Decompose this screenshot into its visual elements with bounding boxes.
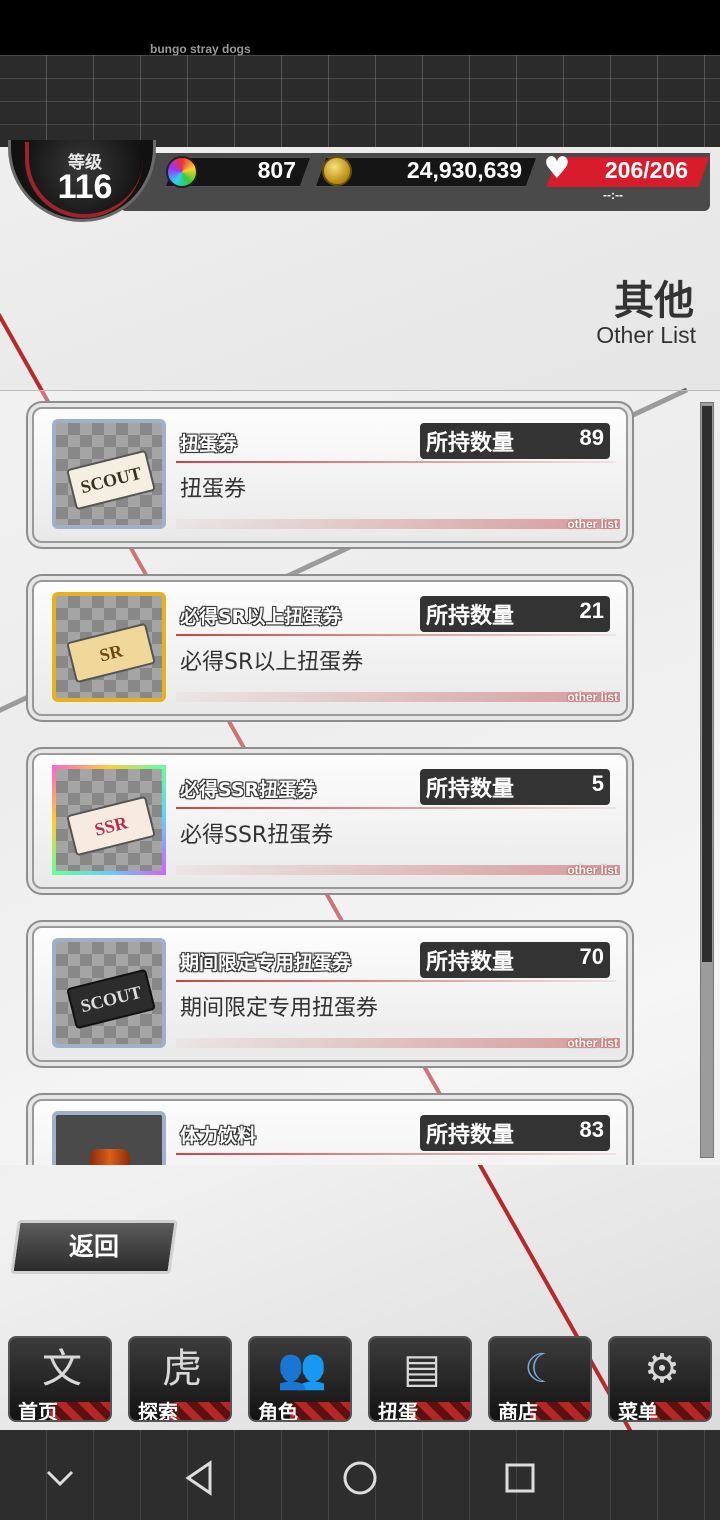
list-item[interactable]: SR 必得SR以上扭蛋券 所持数量 21 必得SR以上扭蛋券 other lis…: [32, 580, 628, 716]
item-count-box: 所持数量 21: [420, 596, 610, 632]
item-count-value: 70: [579, 944, 604, 969]
page-subtitle: Other List: [596, 322, 696, 348]
item-divider: [176, 461, 616, 463]
item-thumbnail: SCOUT: [52, 938, 166, 1048]
level-value: 116: [57, 168, 113, 206]
item-count-label: 所持数量: [426, 1123, 515, 1148]
status-bar: [0, 0, 720, 55]
item-description: 扭蛋券: [180, 477, 247, 502]
item-count-value: 5: [591, 771, 604, 796]
system-nav-bar: [0, 1430, 720, 1520]
item-count-label: 所持数量: [426, 950, 515, 975]
item-count-label: 所持数量: [426, 431, 515, 456]
item-name: 期间限定专用扭蛋券: [180, 952, 352, 974]
item-description: 必得SSR扭蛋券: [180, 823, 334, 848]
tiger-icon: 虎: [162, 1346, 202, 1392]
item-thumbnail: [52, 1111, 166, 1165]
item-count-value: 83: [579, 1117, 604, 1142]
back-button[interactable]: 返回: [10, 1220, 178, 1274]
nav-label: 首页: [18, 1400, 58, 1422]
stamina-value: 206/206: [604, 157, 688, 183]
nav-label: 菜单: [618, 1400, 658, 1422]
item-count-value: 21: [579, 598, 604, 623]
heart-icon: ♥: [543, 151, 571, 186]
nav-menu[interactable]: ⚙ 菜单: [608, 1336, 712, 1422]
back-button-label: 返回: [68, 1232, 119, 1261]
scout-book-icon: ▤: [403, 1346, 441, 1392]
item-footer-tag: other list: [567, 517, 618, 531]
nav-label: 商店: [498, 1400, 538, 1422]
crescent-gem-icon: ☾: [524, 1346, 560, 1392]
item-description: 期间限定专用扭蛋券: [180, 996, 379, 1021]
home-icon[interactable]: [340, 1458, 380, 1498]
item-thumbnail: SCOUT: [52, 419, 166, 529]
scout-ticket-icon: SCOUT: [66, 449, 156, 511]
item-count-box: 所持数量 5: [420, 769, 610, 805]
item-name: 必得SR以上扭蛋券: [180, 606, 342, 628]
scrollbar-thumb[interactable]: [702, 406, 712, 962]
item-footer-bar: [176, 865, 620, 875]
gears-icon: ⚙: [644, 1346, 680, 1392]
item-footer-tag: other list: [567, 863, 618, 877]
item-divider: [176, 1153, 616, 1155]
item-divider: [176, 980, 616, 982]
item-thumbnail: SR: [52, 592, 166, 702]
item-count-box: 所持数量 70: [420, 942, 610, 978]
stamina-timer: --:--: [603, 188, 623, 202]
item-description: 必得SR以上扭蛋券: [180, 650, 364, 675]
item-count-box: 所持数量 83: [420, 1115, 610, 1151]
item-name: 体力饮料: [180, 1125, 257, 1147]
coins-value: 24,930,639: [406, 157, 522, 183]
nav-scout[interactable]: ▤ 扭蛋: [368, 1336, 472, 1422]
ssr-ticket-icon: SSR: [66, 795, 156, 857]
characters-icon: 👥: [277, 1346, 327, 1392]
nav-label: 探索: [138, 1400, 178, 1422]
item-footer-tag: other list: [567, 690, 618, 704]
stamina-drink-icon: [90, 1149, 130, 1165]
page-title: 其他: [614, 278, 694, 324]
item-thumbnail: SSR: [52, 765, 166, 875]
list-item[interactable]: 体力饮料 所持数量 83: [32, 1099, 628, 1165]
item-divider: [176, 807, 616, 809]
header-band: [0, 55, 720, 147]
nav-shop[interactable]: ☾ 商店: [488, 1336, 592, 1422]
list-item[interactable]: SSR 必得SSR扭蛋券 所持数量 5 必得SSR扭蛋券 other list: [32, 753, 628, 889]
nav-home[interactable]: 文 首页: [8, 1336, 112, 1422]
coin-icon: [322, 156, 352, 186]
item-count-value: 89: [579, 425, 604, 450]
item-footer-bar: [176, 1038, 620, 1048]
item-footer-bar: [176, 519, 620, 529]
recents-icon[interactable]: [500, 1458, 540, 1498]
back-icon[interactable]: [180, 1458, 220, 1498]
item-footer-bar: [176, 692, 620, 702]
item-count-box: 所持数量 89: [420, 423, 610, 459]
nav-characters[interactable]: 👥 角色: [248, 1336, 352, 1422]
nav-label: 扭蛋: [378, 1400, 418, 1422]
list-item[interactable]: SCOUT 期间限定专用扭蛋券 所持数量 70 期间限定专用扭蛋券 other …: [32, 926, 628, 1062]
sr-ticket-icon: SR: [66, 622, 156, 684]
item-count-label: 所持数量: [426, 604, 515, 629]
game-caption: bungo stray dogs: [150, 42, 251, 56]
limited-scout-ticket-icon: SCOUT: [66, 968, 156, 1030]
nav-explore[interactable]: 虎 探索: [128, 1336, 232, 1422]
gem-icon: [166, 156, 198, 188]
item-count-label: 所持数量: [426, 777, 515, 802]
item-footer-tag: other list: [567, 1036, 618, 1050]
hide-keyboard-icon[interactable]: [40, 1458, 80, 1498]
item-name: 扭蛋券: [180, 433, 238, 455]
item-list[interactable]: SCOUT 扭蛋券 所持数量 89 扭蛋券 other list SR 必得SR…: [0, 390, 720, 1165]
list-item[interactable]: SCOUT 扭蛋券 所持数量 89 扭蛋券 other list: [32, 407, 628, 543]
item-divider: [176, 634, 616, 636]
home-crest-icon: 文: [42, 1346, 82, 1392]
item-name: 必得SSR扭蛋券: [180, 779, 317, 801]
gems-value: 807: [257, 157, 296, 183]
nav-label: 角色: [258, 1400, 298, 1422]
